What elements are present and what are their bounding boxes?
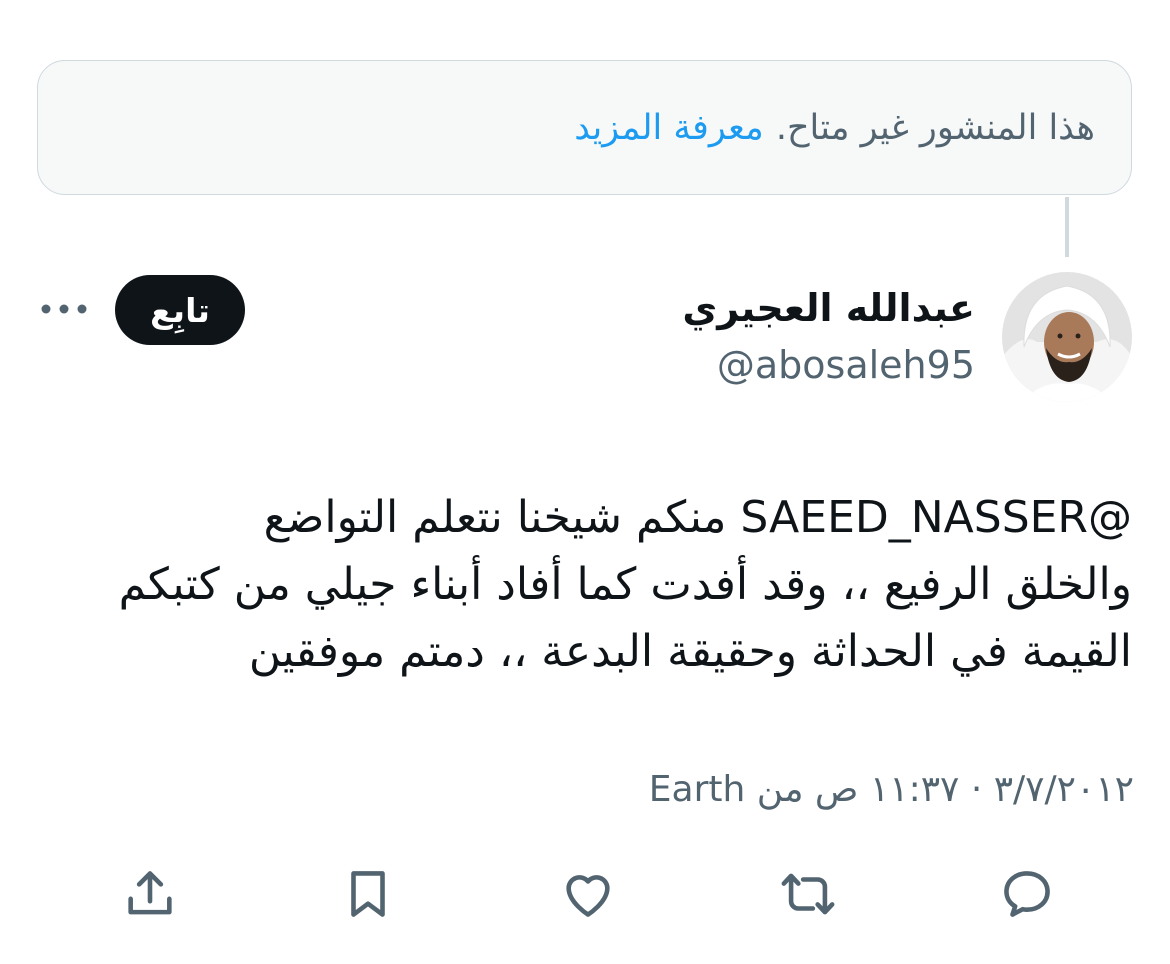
retweet-icon (781, 873, 835, 915)
tweet-timestamp-source[interactable]: ٣/٧/٢٠١٢ · ١١:٣٧ ص من Earth (649, 769, 1134, 810)
share-button[interactable] (118, 862, 182, 926)
tweet-line: القيمة في الحداثة وحقيقة البدعة ،، دمتم … (248, 626, 1132, 677)
like-button[interactable] (556, 862, 620, 926)
learn-more-link[interactable]: معرفة المزيد (574, 108, 764, 148)
reply-button[interactable] (995, 862, 1059, 926)
follow-button[interactable]: تابِع (115, 275, 245, 345)
avatar-image (1002, 272, 1132, 402)
thread-connector-line (1065, 197, 1069, 257)
tweet-line: @SAEED_NASSER منكم شيخنا نتعلم التواضع (263, 492, 1132, 543)
reply-icon (1004, 871, 1050, 917)
share-icon (128, 871, 172, 915)
more-options-icon[interactable] (38, 294, 90, 324)
notice-text: هذا المنشور غير متاح. (775, 107, 1095, 148)
tweet-text: @SAEED_NASSER منكم شيخنا نتعلم التواضع و… (40, 484, 1132, 685)
author-handle[interactable]: @abosaleh95 (717, 343, 975, 387)
retweet-button[interactable] (776, 862, 840, 926)
unavailable-post-notice: هذا المنشور غير متاح. معرفة المزيد (37, 60, 1132, 195)
bookmark-icon (351, 871, 385, 917)
like-icon (566, 875, 610, 917)
tweet-line: والخلق الرفيع ،، وقد أفدت كما أفاد أبناء… (118, 559, 1132, 610)
avatar[interactable] (1002, 272, 1132, 402)
author-display-name[interactable]: عبدالله العجيري (682, 286, 975, 330)
bookmark-button[interactable] (336, 862, 400, 926)
